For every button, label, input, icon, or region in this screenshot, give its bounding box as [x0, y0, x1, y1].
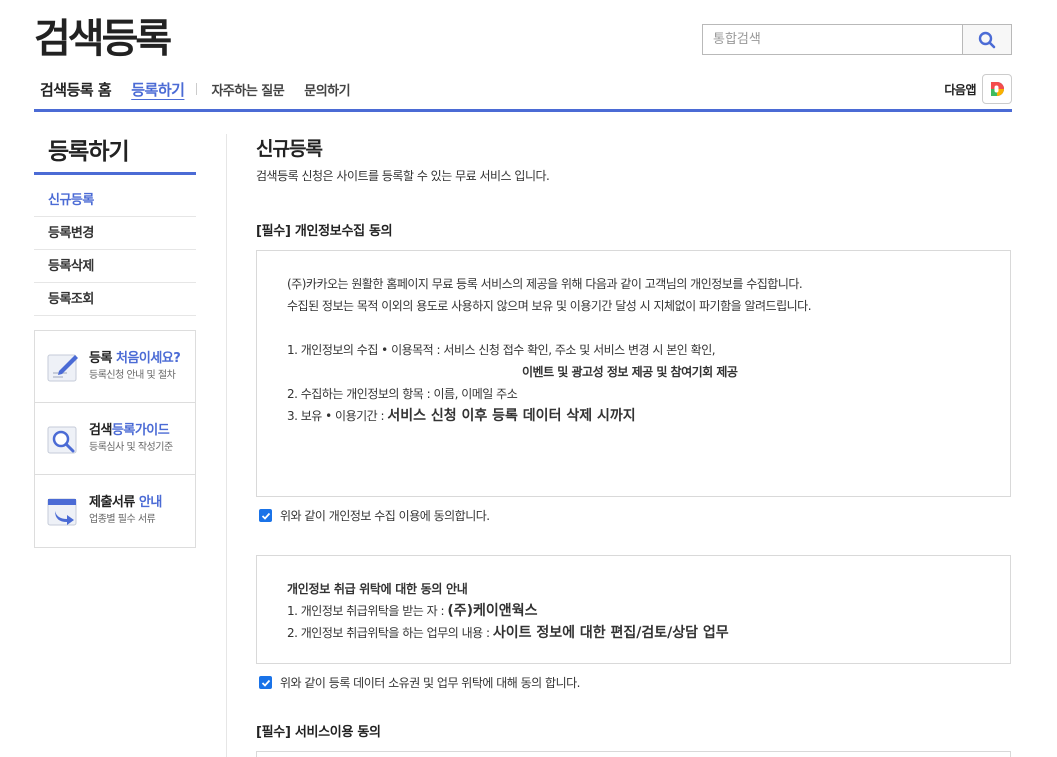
daum-app-label: 다음앱 [944, 82, 976, 97]
section-privacy-title: [필수] 개인정보수집 동의 [256, 224, 393, 239]
check-icon [261, 512, 270, 520]
privacy-terms-box: (주)카카오는 원활한 홈페이지 무료 등록 서비스의 제공을 위해 다음과 같… [256, 250, 1011, 497]
privacy-item3-value: 서비스 신청 이후 등록 데이터 삭제 시까지 [387, 408, 636, 424]
privacy-item1-cont: 이벤트 및 광고성 정보 제공 및 참여기회 제공 [522, 365, 738, 379]
nav-faq[interactable]: 자주하는 질문 [211, 80, 284, 99]
privacy-item2: 2. 수집하는 개인정보의 항목 : 이름, 이메일 주소 [287, 387, 518, 401]
section-service-title: [필수] 서비스이용 동의 [256, 725, 381, 740]
sidebar-menu: 신규등록 등록변경 등록삭제 등록조회 [34, 184, 196, 316]
consign-item2: 2. 개인정보 취급위탁을 하는 업무의 내용 : 사이트 정보에 대한 편집/… [287, 622, 1010, 644]
sidebar-title-underline [34, 172, 196, 175]
search-button[interactable] [962, 25, 1011, 54]
sidebar-item-edit[interactable]: 등록변경 [34, 217, 196, 250]
site-logo[interactable]: 검색등록 [34, 14, 172, 64]
guide-first-title-a: 등록 [89, 350, 116, 366]
agree-consign-checkbox[interactable] [259, 676, 272, 689]
nav-contact[interactable]: 문의하기 [304, 80, 350, 99]
consign-item1: 1. 개인정보 취급위탁을 받는 자 : (주)케이앤웍스 [287, 600, 1010, 622]
privacy-item1: 1. 개인정보의 수집 • 이용목적 : 서비스 신청 접수 확인, 주소 및 … [287, 343, 716, 357]
guide-first-time[interactable]: 등록 처음이세요? 등록신청 안내 및 절차 [35, 331, 195, 403]
sidebar-item-delete[interactable]: 등록삭제 [34, 250, 196, 283]
column-divider [226, 134, 227, 757]
guide-reg-title-b: 등록가이드 [111, 422, 170, 438]
guide-reg-title-a: 검색 [89, 422, 112, 438]
guide-documents[interactable]: 제출서류 안내 업종별 필수 서류 [35, 475, 195, 547]
agree-privacy-checkbox[interactable] [259, 509, 272, 522]
consign-item1-value: (주)케이앤웍스 [447, 603, 538, 619]
search-bar [702, 24, 1012, 55]
arrow-document-icon [47, 498, 77, 526]
page-title: 신규등록 [256, 138, 323, 160]
search-icon [978, 31, 996, 48]
guide-doc-title-b: 안내 [138, 495, 162, 510]
consign-item2-value: 사이트 정보에 대한 편집/검토/상담 업무 [492, 625, 729, 641]
nav-home[interactable]: 검색등록 홈 [40, 79, 112, 100]
global-nav: 검색등록 홈 등록하기 자주하는 질문 문의하기 [40, 78, 370, 100]
sidebar-item-new[interactable]: 신규등록 [34, 184, 196, 217]
guide-first-sub: 등록신청 안내 및 절차 [89, 369, 176, 381]
sidebar-item-lookup[interactable]: 등록조회 [34, 283, 196, 316]
guide-register-guide[interactable]: 검색등록가이드 등록심사 및 작성기준 [35, 403, 195, 475]
guide-doc-sub: 업종별 필수 서류 [89, 514, 156, 525]
nav-divider [196, 83, 198, 95]
consign-terms-box: 개인정보 취급 위탁에 대한 동의 안내 1. 개인정보 취급위탁을 받는 자 … [256, 555, 1011, 664]
pencil-document-icon [47, 354, 78, 381]
header-divider [34, 109, 1012, 112]
privacy-item3: 3. 보유 • 이용기간 : 서비스 신청 이후 등록 데이터 삭제 시까지 [287, 405, 1010, 427]
guide-reg-sub: 등록심사 및 작성기준 [89, 441, 173, 453]
consign-item2-label: 2. 개인정보 취급위탁을 하는 업무의 내용 : [287, 626, 493, 640]
agree-privacy-label: 위와 같이 개인정보 수집 이용에 동의합니다. [280, 509, 490, 523]
search-input[interactable] [703, 25, 962, 54]
privacy-item3-label: 3. 보유 • 이용기간 : [287, 409, 388, 423]
guide-banners: 등록 처음이세요? 등록신청 안내 및 절차 검색등록가이드 등록심사 및 작성… [34, 330, 196, 548]
magnifier-document-icon [47, 426, 77, 453]
agree-consign[interactable]: 위와 같이 등록 데이터 소유권 및 업무 위탁에 대해 동의 합니다. [259, 674, 580, 691]
consign-title: 개인정보 취급 위탁에 대한 동의 안내 [287, 582, 468, 596]
guide-doc-title-a: 제출서류 [89, 495, 139, 510]
page-description: 검색등록 신청은 사이트를 등록할 수 있는 무료 서비스 입니다. [256, 169, 550, 183]
agree-consign-label: 위와 같이 등록 데이터 소유권 및 업무 위탁에 대해 동의 합니다. [280, 676, 580, 690]
agree-privacy[interactable]: 위와 같이 개인정보 수집 이용에 동의합니다. [259, 507, 490, 524]
nav-register[interactable]: 등록하기 [131, 79, 185, 100]
guide-first-title-b: 처음이세요? [115, 350, 181, 366]
check-icon [261, 679, 270, 687]
privacy-line1: (주)카카오는 원활한 홈페이지 무료 등록 서비스의 제공을 위해 다음과 같… [287, 277, 803, 291]
daum-app-link[interactable]: 다음앱 [944, 74, 1012, 104]
daum-app-icon [982, 74, 1012, 104]
sidebar-title: 등록하기 [48, 139, 130, 165]
service-terms-box [256, 751, 1011, 757]
privacy-line2: 수집된 정보는 목적 이외의 용도로 사용하지 않으며 보유 및 이용기간 달성… [287, 299, 812, 313]
consign-item1-label: 1. 개인정보 취급위탁을 받는 자 : [287, 604, 448, 618]
